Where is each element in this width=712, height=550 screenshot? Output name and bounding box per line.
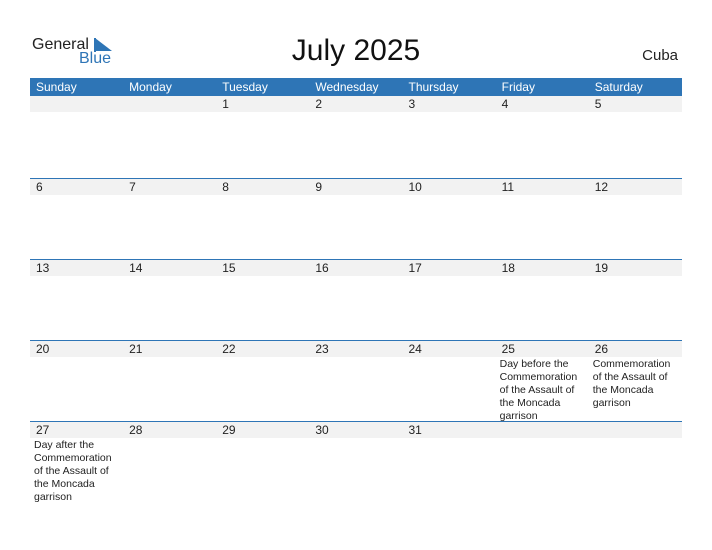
day-event xyxy=(589,438,682,504)
day-event xyxy=(589,112,682,113)
weekday-friday: Friday xyxy=(501,80,535,94)
day-event xyxy=(216,195,309,196)
day-number: 29 xyxy=(222,423,236,437)
date-row: 6 7 8 9 10 11 12 xyxy=(30,179,682,195)
day-event xyxy=(123,195,216,196)
day-number: 4 xyxy=(501,97,509,111)
day-event xyxy=(216,276,309,277)
day-event xyxy=(30,276,123,277)
day-number: 7 xyxy=(129,180,136,194)
day-event: Day after the Commemoration of the Assau… xyxy=(34,439,112,503)
day-event xyxy=(403,357,496,423)
day-number: 19 xyxy=(594,261,609,275)
weekday-sunday: Sunday xyxy=(36,80,77,94)
day-event xyxy=(496,112,589,113)
day-number: 3 xyxy=(408,97,416,111)
weekday-saturday: Saturday xyxy=(594,80,643,94)
page-title: July 2025 xyxy=(291,34,421,67)
day-event xyxy=(589,276,682,277)
day-number: 13 xyxy=(36,261,50,275)
day-event xyxy=(30,357,123,423)
day-number: 15 xyxy=(222,261,236,275)
week-row: 6 7 8 9 10 11 12 xyxy=(30,178,682,259)
day-event xyxy=(123,438,216,504)
day-number: 16 xyxy=(315,261,329,275)
day-number: 22 xyxy=(222,342,236,356)
day-event xyxy=(496,438,589,504)
day-number xyxy=(589,422,682,438)
day-event: Commemoration of the Assault of the Monc… xyxy=(592,358,671,409)
day-number: 5 xyxy=(594,97,602,111)
week-row: 13 14 15 16 17 18 19 xyxy=(30,259,682,340)
day-event: Day before the Commemoration of the Assa… xyxy=(499,358,578,422)
country-label: Cuba xyxy=(642,47,678,64)
day-event xyxy=(123,276,216,277)
week-row: 27 28 29 30 31 Day after the Commemoration of… xyxy=(30,421,682,504)
day-event xyxy=(216,357,309,423)
day-event xyxy=(309,195,402,196)
day-number: 28 xyxy=(129,423,143,437)
event-row xyxy=(30,276,682,277)
day-event xyxy=(123,112,216,113)
day-number xyxy=(30,96,123,112)
event-row: Day after the Commemoration of the Assau… xyxy=(30,438,682,504)
day-number: 18 xyxy=(501,261,515,275)
day-event xyxy=(403,112,496,113)
day-number: 12 xyxy=(594,180,609,194)
day-event xyxy=(309,112,402,113)
day-event xyxy=(496,195,589,196)
day-number: 21 xyxy=(129,342,143,356)
day-number: 1 xyxy=(222,97,229,111)
day-number: 14 xyxy=(129,261,143,275)
date-row: 1 2 3 4 5 xyxy=(30,96,682,112)
weekday-monday: Monday xyxy=(129,80,172,94)
day-number: 27 xyxy=(36,423,50,437)
day-number: 26 xyxy=(594,342,609,356)
event-row xyxy=(30,195,682,196)
day-event xyxy=(30,112,123,113)
day-number: 2 xyxy=(315,97,323,111)
day-number xyxy=(496,422,589,438)
weekday-wednesday: Wednesday xyxy=(315,80,379,94)
calendar-grid: Sunday Monday Tuesday Wednesday Thursday… xyxy=(30,78,682,504)
day-event xyxy=(403,276,496,277)
date-row: 20 21 22 23 24 25 26 xyxy=(30,341,682,357)
day-number: 30 xyxy=(315,423,329,437)
day-number: 8 xyxy=(222,180,229,194)
day-event xyxy=(309,357,402,423)
weekday-header: Sunday Monday Tuesday Wednesday Thursday… xyxy=(30,78,682,96)
day-number xyxy=(123,96,216,112)
date-row: 27 28 29 30 31 xyxy=(30,422,682,438)
event-row xyxy=(30,112,682,113)
date-row: 13 14 15 16 17 18 19 xyxy=(30,260,682,276)
day-event xyxy=(309,276,402,277)
day-event xyxy=(403,438,496,504)
day-number: 17 xyxy=(408,261,422,275)
event-row: Day before the Commemoration of the Assa… xyxy=(30,357,682,423)
day-event xyxy=(216,438,309,504)
day-number: 6 xyxy=(36,180,43,194)
day-number: 25 xyxy=(501,342,515,356)
day-number: 11 xyxy=(501,180,515,194)
day-event xyxy=(496,276,589,277)
day-event xyxy=(589,195,682,196)
day-event xyxy=(309,438,402,504)
day-event xyxy=(30,195,123,196)
day-number: 31 xyxy=(408,423,422,437)
day-event xyxy=(216,112,309,113)
day-number: 23 xyxy=(315,342,329,356)
day-event xyxy=(403,195,496,196)
week-row: 20 21 22 23 24 25 26 Day before the Commemorati… xyxy=(30,340,682,423)
weekday-thursday: Thursday xyxy=(408,80,459,94)
day-number: 9 xyxy=(315,180,323,194)
day-event xyxy=(123,357,216,423)
week-row: 1 2 3 4 5 xyxy=(30,96,682,178)
weekday-tuesday: Tuesday xyxy=(222,80,268,94)
day-number: 20 xyxy=(36,342,50,356)
day-number: 24 xyxy=(408,342,422,356)
day-number: 10 xyxy=(408,180,422,194)
